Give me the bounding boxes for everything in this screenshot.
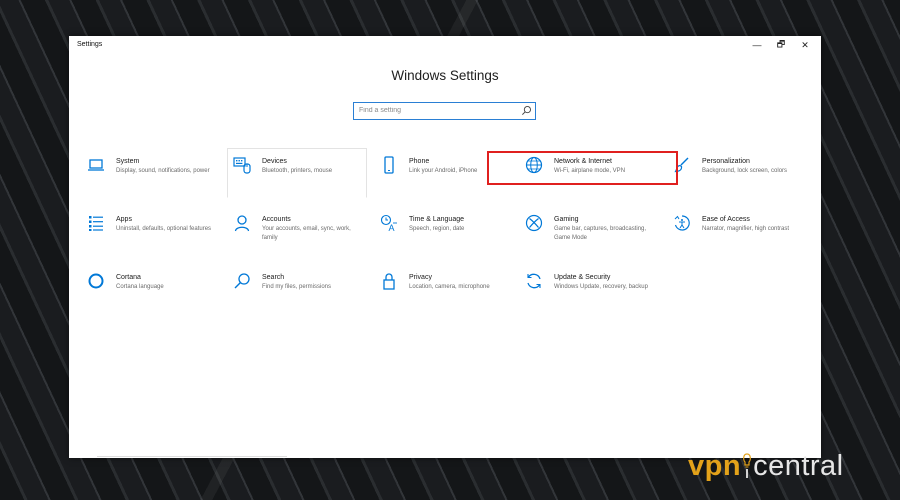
logo-central-text: central [753, 449, 844, 482]
page-title: Windows Settings [391, 68, 499, 83]
title-bar[interactable]: Settings — 🗗 ✕ [69, 36, 821, 54]
sync-icon [527, 273, 541, 289]
tile-description: Your accounts, email, sync, work, family [262, 226, 351, 241]
tile-description: Cortana language [116, 284, 164, 290]
svg-text:A: A [389, 223, 395, 232]
app-title: Settings [77, 41, 103, 48]
search-input[interactable] [359, 103, 519, 118]
tile-description: Speech, region, date [409, 226, 465, 232]
keyboard-icon [233, 157, 251, 174]
tile-cortana[interactable]: Cortana Cortana language [81, 264, 221, 314]
tile-description: Windows Update, recovery, backup [554, 284, 648, 290]
search-box[interactable] [353, 102, 536, 120]
tile-privacy[interactable]: Privacy Location, camera, microphone [374, 264, 514, 314]
tile-personalization[interactable]: Personalization Background, lock screen,… [667, 148, 807, 198]
tile-title: Ease of Access [702, 216, 750, 223]
tile-title: Accounts [262, 216, 291, 223]
tile-ease-of-access[interactable]: Ease of Access Narrator, magnifier, high… [667, 206, 807, 256]
tile-title: Time & Language [409, 216, 464, 223]
tile-title: Update & Security [554, 274, 611, 281]
tile-title: Devices [262, 158, 287, 165]
tile-devices[interactable]: Devices Bluetooth, printers, mouse [227, 148, 367, 198]
brush-icon [674, 157, 689, 173]
tile-description: Background, lock screen, colors [702, 168, 788, 174]
globe-icon [525, 156, 543, 174]
tile-description: Link your Android, iPhone [409, 168, 478, 174]
tile-system[interactable]: System Display, sound, notifications, po… [81, 148, 221, 198]
tile-title: Phone [409, 158, 430, 165]
lightbulb-icon [743, 453, 751, 478]
close-button[interactable]: ✕ [793, 38, 817, 52]
tile-description: Find my files, permissions [262, 284, 332, 290]
tile-description: Uninstall, defaults, optional features [116, 226, 212, 232]
settings-window: Settings — 🗗 ✕ Windows Settings System D… [69, 36, 821, 458]
divider [97, 456, 287, 457]
lock-icon [383, 273, 395, 290]
tile-description: Wi-Fi, airplane mode, VPN [554, 168, 626, 174]
tile-title: Cortana [116, 274, 141, 281]
tile-accounts[interactable]: Accounts Your accounts, email, sync, wor… [227, 206, 367, 256]
tile-description: Bluetooth, printers, mouse [262, 168, 333, 174]
vpncentral-logo: vpn central [688, 446, 844, 486]
tile-title: Personalization [702, 158, 750, 165]
minimize-button[interactable]: — [745, 38, 769, 52]
tile-description: Narrator, magnifier, high contrast [702, 226, 790, 232]
tile-title: Privacy [409, 274, 432, 281]
tile-description: Game bar, captures, broadcasting, Game M… [554, 226, 647, 241]
ease-of-access-icon [674, 215, 690, 231]
apps-list-icon [89, 216, 103, 231]
laptop-icon [88, 159, 104, 171]
tile-title: Apps [116, 216, 132, 223]
tile-description: Location, camera, microphone [409, 284, 490, 290]
tile-gaming[interactable]: Gaming Game bar, captures, broadcasting,… [519, 206, 659, 256]
tile-update-security[interactable]: Update & Security Windows Update, recove… [519, 264, 659, 314]
logo-vpn-text: vpn [688, 449, 742, 482]
cortana-icon [88, 273, 104, 289]
tile-title: Gaming [554, 216, 579, 223]
tile-time-language[interactable]: A Time & Language Speech, region, date [374, 206, 514, 256]
tile-title: Network & Internet [554, 158, 612, 165]
search-icon [234, 273, 250, 289]
tile-title: Search [262, 274, 285, 281]
tile-description: Display, sound, notifications, power [116, 168, 210, 174]
tile-apps[interactable]: Apps Uninstall, defaults, optional featu… [81, 206, 221, 256]
phone-icon [384, 156, 394, 174]
tile-title: System [116, 158, 140, 165]
search-icon [522, 106, 531, 115]
window-controls: — 🗗 ✕ [745, 38, 817, 52]
tile-network-internet[interactable]: Network & Internet Wi-Fi, airplane mode,… [519, 148, 659, 198]
time-language-icon: A [380, 214, 397, 232]
tile-phone[interactable]: Phone Link your Android, iPhone [374, 148, 514, 198]
xbox-icon [525, 214, 543, 232]
maximize-button[interactable]: 🗗 [769, 38, 793, 52]
person-icon [234, 215, 250, 232]
tile-search[interactable]: Search Find my files, permissions [227, 264, 367, 314]
